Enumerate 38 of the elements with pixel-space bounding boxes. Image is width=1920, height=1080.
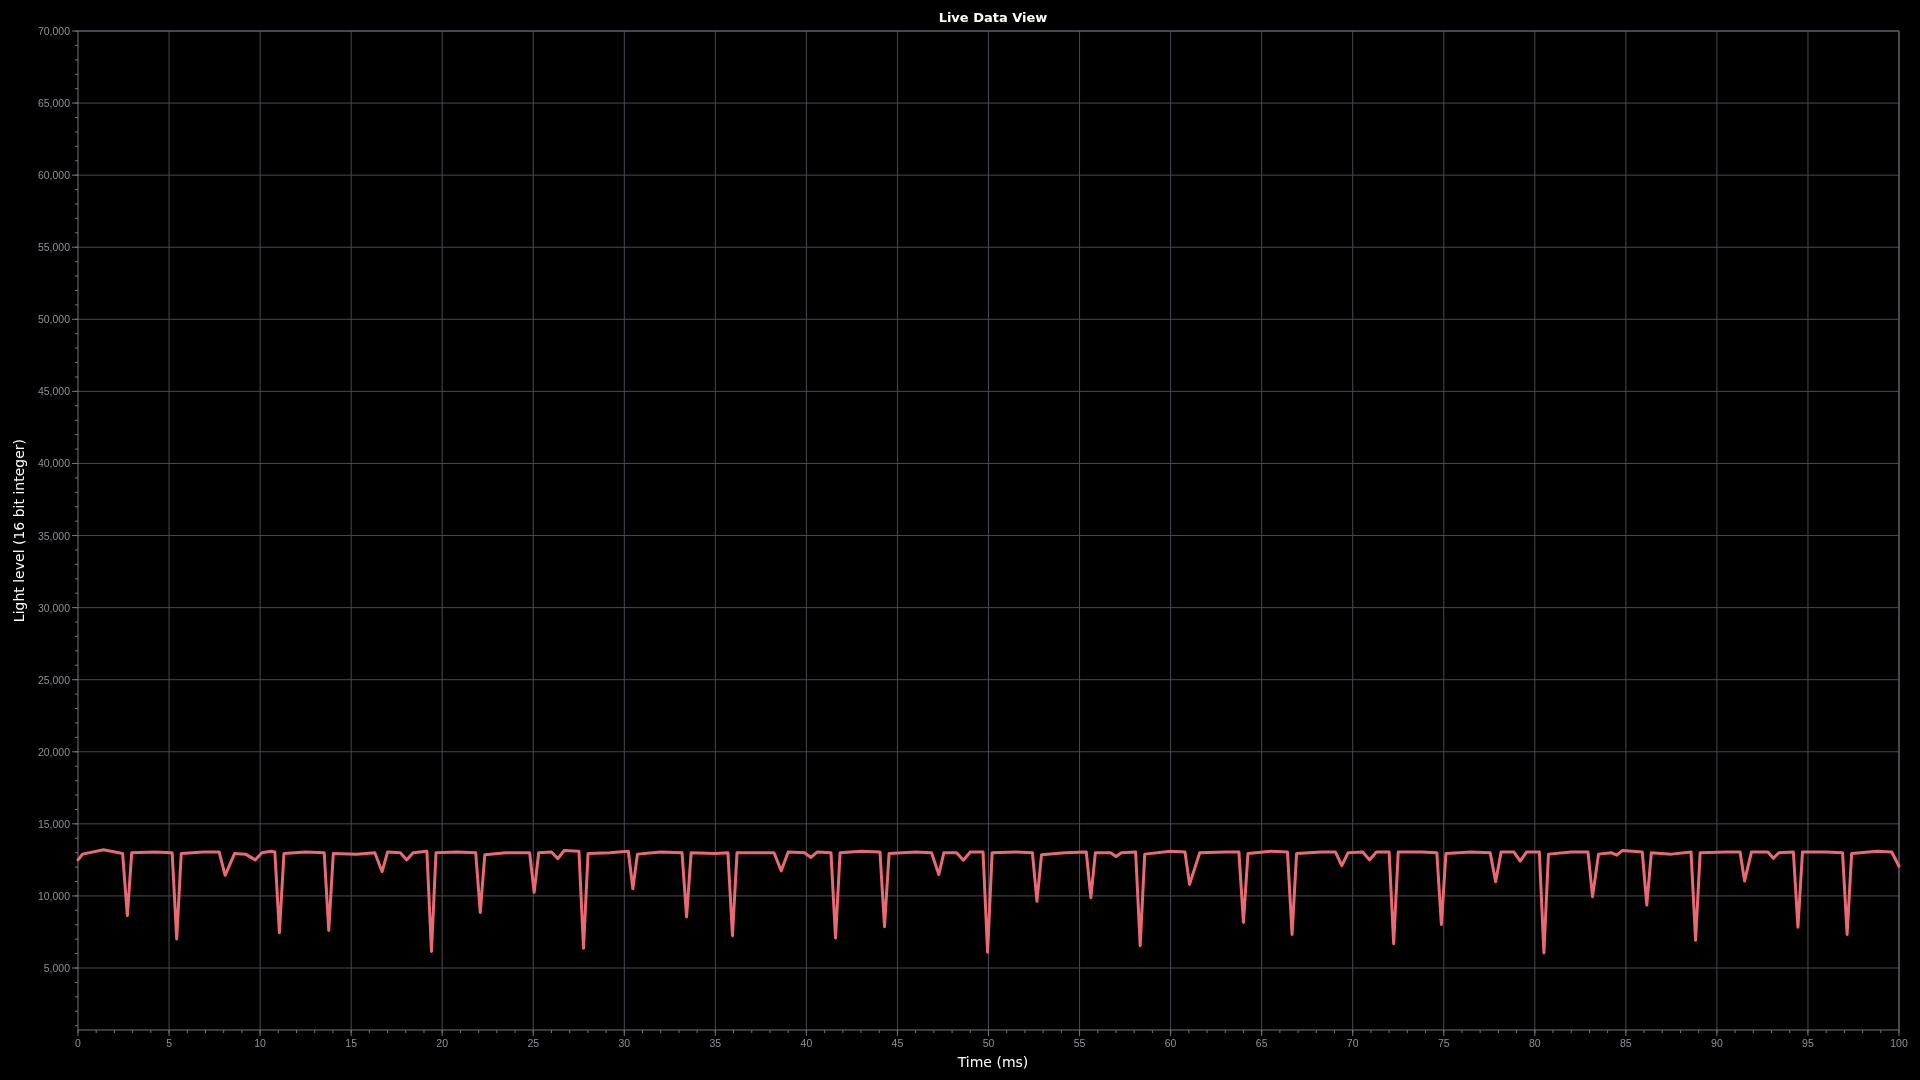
x-tick-label: 40 bbox=[800, 1037, 813, 1049]
x-tick-label: 10 bbox=[254, 1037, 266, 1049]
y-tick-label: 5,000 bbox=[43, 962, 70, 974]
x-tick-label: 15 bbox=[345, 1037, 357, 1049]
chart-title: Live Data View bbox=[938, 10, 1048, 26]
x-tick-label: 45 bbox=[891, 1037, 904, 1049]
x-tick-label: 25 bbox=[527, 1037, 540, 1049]
x-tick-label: 35 bbox=[709, 1037, 722, 1049]
x-tick-label: 60 bbox=[1164, 1037, 1177, 1049]
x-tick-label: 55 bbox=[1073, 1037, 1086, 1049]
y-tick-label: 50,000 bbox=[37, 313, 70, 326]
x-tick-label: 20 bbox=[436, 1037, 449, 1049]
x-tick-label: 75 bbox=[1437, 1037, 1450, 1049]
y-tick-label: 55,000 bbox=[37, 241, 70, 254]
x-tick-label: 65 bbox=[1255, 1037, 1268, 1049]
y-tick-label: 60,000 bbox=[37, 169, 70, 182]
y-tick-label: 45,000 bbox=[37, 385, 70, 398]
x-tick-label: 30 bbox=[618, 1037, 631, 1049]
y-tick-label: 15,000 bbox=[37, 817, 70, 830]
x-tick-label: 70 bbox=[1346, 1037, 1359, 1049]
x-tick-label: 80 bbox=[1528, 1037, 1541, 1049]
y-tick-label: 10,000 bbox=[37, 889, 70, 902]
y-tick-label: 40,000 bbox=[37, 457, 70, 470]
x-tick-label: 50 bbox=[982, 1037, 995, 1049]
y-tick-label: 30,000 bbox=[37, 601, 70, 614]
y-tick-label: 65,000 bbox=[37, 97, 70, 110]
x-axis-title: Time (ms) bbox=[957, 1054, 1029, 1071]
x-tick-label: 95 bbox=[1802, 1037, 1814, 1049]
x-tick-label: 5 bbox=[166, 1037, 172, 1049]
y-tick-label: 35,000 bbox=[37, 529, 70, 542]
y-tick-label: 70,000 bbox=[37, 25, 70, 37]
x-tick-label: 85 bbox=[1620, 1037, 1632, 1049]
x-tick-label: 90 bbox=[1711, 1037, 1723, 1049]
x-tick-label: 100 bbox=[1890, 1037, 1908, 1049]
x-tick-label: 0 bbox=[75, 1037, 81, 1049]
y-axis-title: Light level (16 bit integer) bbox=[11, 439, 28, 623]
y-tick-label: 25,000 bbox=[37, 673, 70, 686]
y-tick-label: 20,000 bbox=[37, 745, 70, 758]
